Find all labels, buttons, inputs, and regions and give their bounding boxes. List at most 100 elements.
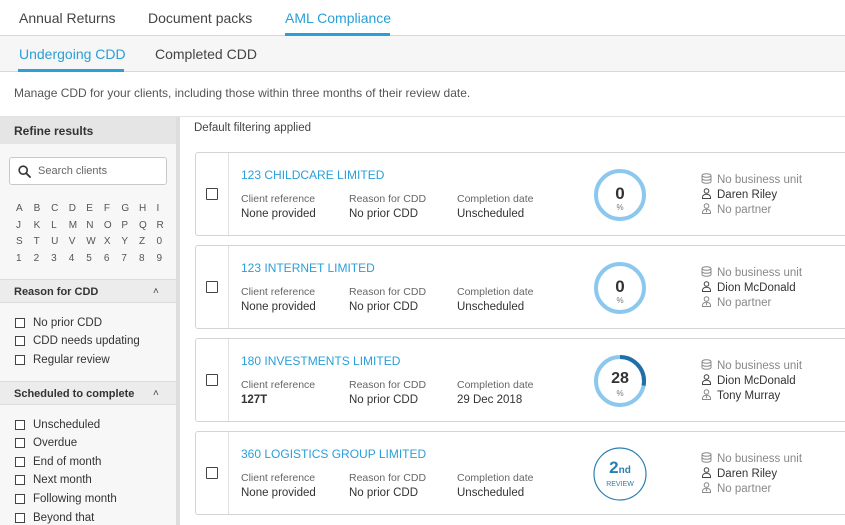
client-name-link[interactable]: 123 CHILDCARE LIMITED [241,168,384,182]
alphabet-letter[interactable]: 3 [51,253,69,270]
select-checkbox[interactable] [206,281,218,293]
manager-name-text: Daren Riley [717,189,778,201]
scheduled-to-complete-title: Scheduled to complete [14,388,135,400]
alphabet-letter[interactable]: K [34,220,52,237]
default-filtering-note: Default filtering applied [194,122,311,134]
alphabet-letter[interactable]: N [86,220,104,237]
client-name-link[interactable]: 360 LOGISTICS GROUP LIMITED [241,447,426,461]
alphabet-letter[interactable]: Q [139,220,157,237]
filter-option-cdd-needs-updating[interactable]: CDD needs updating [15,333,140,349]
select-checkbox[interactable] [206,374,218,386]
client-name-link[interactable]: 123 INTERNET LIMITED [241,261,375,275]
checkbox[interactable] [15,494,25,504]
alphabet-letter[interactable]: X [104,236,122,253]
alphabet-letter[interactable]: 8 [139,253,157,270]
tab-aml-compliance[interactable]: AML Compliance [285,10,391,26]
alphabet-letter[interactable]: 6 [104,253,122,270]
alphabet-letter[interactable]: E [86,203,104,220]
chevron-up-icon[interactable]: ˄ [153,286,159,297]
alphabet-filter: ABCDEFGHIJKLMNOPQRSTUVWXYZ0123456789 [16,203,174,269]
client-reference-label: Client reference [241,472,316,484]
checkbox[interactable] [15,513,25,523]
select-checkbox[interactable] [206,467,218,479]
checkbox[interactable] [15,336,25,346]
tab-completed-cdd[interactable]: Completed CDD [155,46,257,62]
alphabet-letter[interactable]: T [34,236,52,253]
alphabet-letter[interactable]: Y [121,236,139,253]
checkbox[interactable] [15,457,25,467]
alphabet-letter[interactable]: F [104,203,122,220]
tab-undergoing-cdd[interactable]: Undergoing CDD [19,46,126,62]
alphabet-letter[interactable]: M [69,220,87,237]
alphabet-letter[interactable]: Z [139,236,157,253]
filter-option-regular-review[interactable]: Regular review [15,352,110,368]
checkbox[interactable] [15,420,25,430]
top-navigation: Annual Returns Document packs AML Compli… [0,0,845,36]
checkbox[interactable] [15,475,25,485]
filter-option-beyond-that[interactable]: Beyond that [15,510,94,525]
client-reference-value: None provided [241,301,316,313]
alphabet-letter[interactable]: 7 [121,253,139,270]
checkbox[interactable] [15,438,25,448]
alphabet-letter[interactable]: S [16,236,34,253]
checkbox[interactable] [15,355,25,365]
checkbox[interactable] [15,318,25,328]
filter-option-no-prior-cdd[interactable]: No prior CDD [15,315,102,331]
alphabet-letter[interactable]: U [51,236,69,253]
tab-annual-returns[interactable]: Annual Returns [19,10,116,26]
alphabet-letter[interactable]: V [69,236,87,253]
business-unit-icon [701,266,717,280]
filter-option-end-of-month[interactable]: End of month [15,454,101,470]
business-unit-icon [701,173,717,187]
alphabet-letter[interactable]: H [139,203,157,220]
client-card[interactable]: 180 INVESTMENTS LIMITED Client reference 1… [195,338,845,422]
manager-name: Daren Riley [701,467,777,481]
alphabet-letter[interactable]: 2 [34,253,52,270]
alphabet-letter[interactable]: 0 [157,236,175,253]
alphabet-row: 123456789 [16,253,174,270]
alphabet-letter[interactable]: B [34,203,52,220]
filter-option-following-month[interactable]: Following month [15,491,117,507]
alphabet-letter[interactable]: L [51,220,69,237]
partner-icon [701,203,717,217]
alphabet-letter[interactable]: D [69,203,87,220]
alphabet-letter[interactable]: P [121,220,139,237]
business-unit-text: No business unit [717,174,803,186]
reason-for-cdd-value: No prior CDD [349,301,419,313]
select-checkbox[interactable] [206,188,218,200]
partner-name: No partner [701,296,771,310]
alphabet-letter[interactable]: I [157,203,175,220]
business-unit-icon [701,452,717,466]
search-input[interactable] [38,162,163,180]
alphabet-letter[interactable]: J [16,220,34,237]
alphabet-letter[interactable]: 1 [16,253,34,270]
alphabet-letter[interactable]: G [121,203,139,220]
alphabet-letter[interactable]: 9 [157,253,175,270]
client-name-link[interactable]: 180 INVESTMENTS LIMITED [241,354,400,368]
client-card[interactable]: 123 CHILDCARE LIMITED Client reference Non… [195,152,845,236]
client-card[interactable]: 360 LOGISTICS GROUP LIMITED Client refere… [195,431,845,515]
search-box[interactable] [9,157,167,185]
alphabet-letter[interactable]: C [51,203,69,220]
alphabet-letter[interactable]: A [16,203,34,220]
client-card[interactable]: 123 INTERNET LIMITED Client reference None… [195,245,845,329]
chevron-up-icon[interactable]: ˄ [153,388,159,399]
reason-for-cdd-value: No prior CDD [349,208,419,220]
alphabet-letter[interactable]: R [157,220,175,237]
filter-option-unscheduled[interactable]: Unscheduled [15,417,100,433]
alphabet-letter[interactable]: O [104,220,122,237]
alphabet-letter[interactable]: 4 [69,253,87,270]
progress-unit: % [616,296,624,305]
filter-option-overdue[interactable]: Overdue [15,435,77,451]
page-description: Manage CDD for your clients, including t… [14,86,471,100]
manager-icon [701,374,717,388]
completion-date-value: 29 Dec 2018 [457,394,523,406]
select-column [196,153,229,235]
alphabet-letter[interactable]: W [86,236,104,253]
alphabet-letter[interactable]: 5 [86,253,104,270]
tab-document-packs[interactable]: Document packs [148,10,252,26]
filter-option-next-month[interactable]: Next month [15,472,92,488]
scheduled-to-complete-header[interactable]: Scheduled to complete ˄ [0,381,176,405]
reason-for-cdd-header[interactable]: Reason for CDD ˄ [0,279,176,303]
reason-for-cdd-label: Reason for CDD [349,472,427,484]
